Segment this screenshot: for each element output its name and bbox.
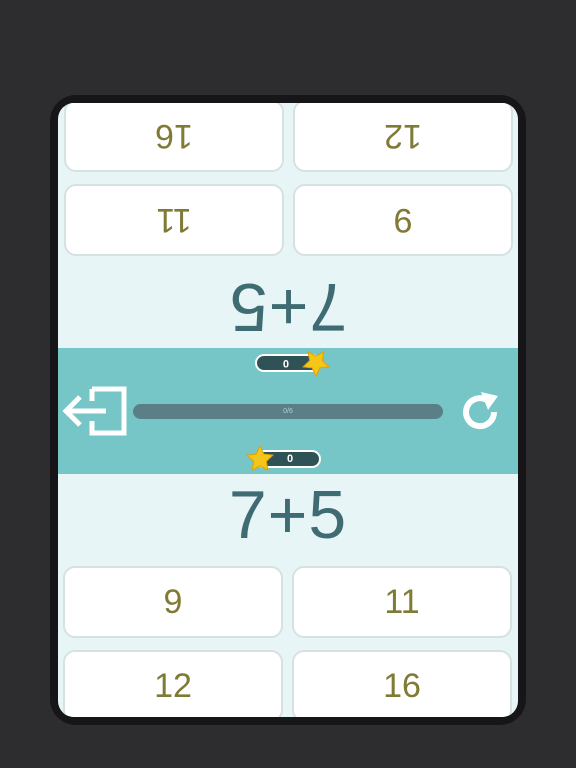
player-top-answer-4[interactable]: 16 (64, 103, 284, 172)
player-top-answer-3[interactable]: 12 (293, 103, 513, 172)
player-bottom-score-badge: 0 (245, 444, 321, 472)
player-top-score: 0 (282, 357, 289, 369)
player-top-score-badge: 0 (255, 350, 331, 378)
player-bottom-answer-3[interactable]: 12 (63, 650, 283, 717)
exit-button[interactable] (62, 383, 128, 439)
player-bottom-question: 7+5 (228, 477, 348, 553)
star-icon (301, 350, 331, 378)
restart-icon (463, 392, 498, 430)
player-bottom-score: 0 (287, 453, 294, 465)
control-panel: 0 0/6 0 (58, 348, 518, 474)
player-bottom-answer-4[interactable]: 16 (292, 650, 512, 717)
player-top-question: 7+5 (228, 269, 348, 345)
player-top-area: 7+5 9 11 12 16 (58, 103, 518, 348)
player-bottom-answer-1[interactable]: 9 (63, 566, 283, 638)
player-bottom-area: 7+5 9 11 12 16 (58, 474, 518, 717)
player-top-answer-2[interactable]: 11 (64, 184, 284, 256)
exit-icon (62, 386, 127, 436)
round-progress-label: 0/6 (283, 408, 293, 415)
player-top-answer-1[interactable]: 9 (293, 184, 513, 256)
star-icon (245, 444, 275, 472)
game-screen: 7+5 9 11 12 16 0 0/6 0 7+5 9 11 12 16 (58, 103, 518, 717)
player-bottom-answer-2[interactable]: 11 (292, 566, 512, 638)
round-progress-bar: 0/6 (133, 404, 443, 419)
restart-button[interactable] (456, 388, 504, 436)
